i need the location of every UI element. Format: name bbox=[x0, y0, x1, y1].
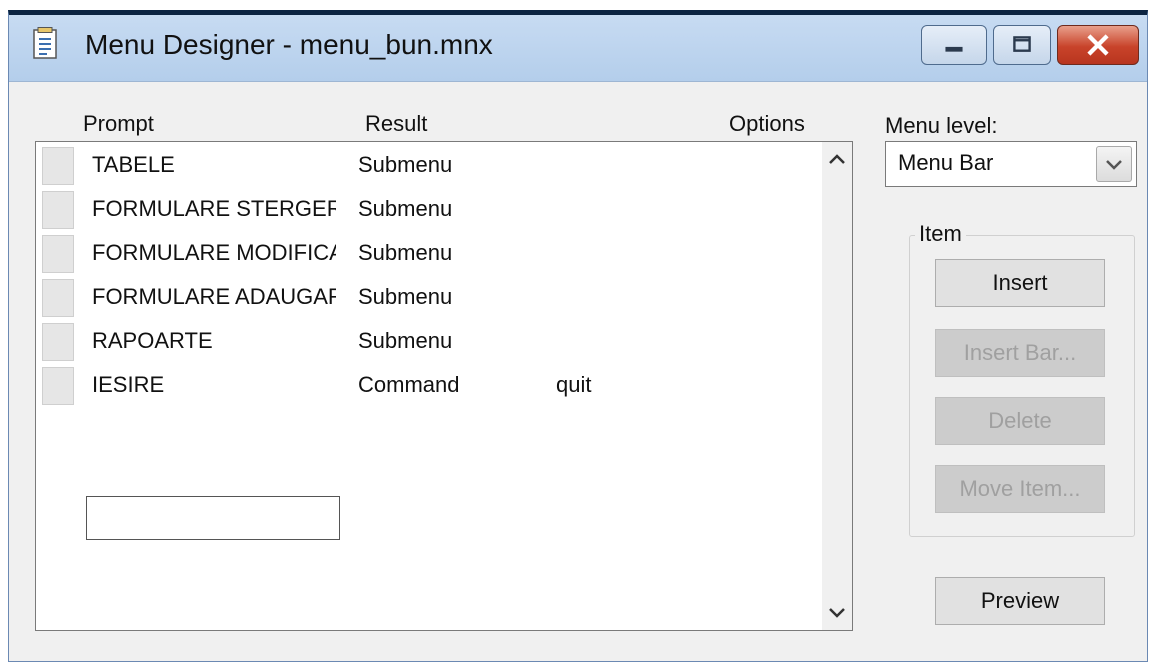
maximize-button[interactable] bbox=[993, 25, 1051, 65]
item-group-label: Item bbox=[915, 221, 966, 247]
maximize-icon bbox=[1013, 36, 1031, 52]
column-header-prompt: Prompt bbox=[83, 111, 154, 136]
row-move-handle[interactable] bbox=[42, 279, 74, 317]
column-header-result: Result bbox=[365, 111, 428, 136]
delete-button[interactable]: Delete bbox=[935, 397, 1105, 445]
row-move-handle[interactable] bbox=[42, 147, 74, 185]
menu-level-value: Menu Bar bbox=[898, 150, 994, 175]
item-result[interactable]: Submenu bbox=[358, 326, 528, 356]
list-item[interactable]: FORMULARE ADAUGARE Submenu bbox=[36, 274, 840, 318]
minimize-button[interactable] bbox=[921, 25, 987, 65]
row-move-handle[interactable] bbox=[42, 323, 74, 361]
row-move-handle[interactable] bbox=[42, 191, 74, 229]
list-item[interactable]: FORMULARE MODIFICARE Submenu bbox=[36, 230, 840, 274]
menu-items-list[interactable]: TABELE Submenu FORMULARE STERGERE Submen… bbox=[35, 141, 853, 631]
item-prompt[interactable]: RAPOARTE bbox=[92, 326, 336, 356]
list-scrollbar[interactable] bbox=[822, 142, 852, 630]
menu-designer-window: Menu Designer - menu_bun.mnx Prompt Resu… bbox=[8, 10, 1148, 662]
menu-level-dropdown-button[interactable] bbox=[1096, 146, 1132, 182]
preview-button[interactable]: Preview bbox=[935, 577, 1105, 625]
menu-level-label: Menu level: bbox=[885, 113, 998, 138]
list-item[interactable]: IESIRE Command quit bbox=[36, 362, 840, 406]
item-prompt[interactable]: FORMULARE MODIFICARE bbox=[92, 238, 336, 268]
item-prompt[interactable]: IESIRE bbox=[92, 370, 336, 400]
item-result[interactable]: Submenu bbox=[358, 150, 528, 180]
list-item[interactable]: RAPOARTE Submenu bbox=[36, 318, 840, 362]
list-item[interactable]: FORMULARE STERGERE Submenu bbox=[36, 186, 840, 230]
window-title: Menu Designer - menu_bun.mnx bbox=[85, 29, 493, 60]
insert-bar-button[interactable]: Insert Bar... bbox=[935, 329, 1105, 377]
close-icon bbox=[1087, 34, 1109, 56]
minimize-icon bbox=[945, 46, 963, 52]
title-bar[interactable]: Menu Designer - menu_bun.mnx bbox=[9, 15, 1147, 82]
row-move-handle[interactable] bbox=[42, 367, 74, 405]
item-options[interactable]: quit bbox=[556, 370, 756, 400]
chevron-down-icon bbox=[1106, 160, 1122, 170]
dialog-content: Prompt Result Options TABELE Submenu FOR… bbox=[9, 81, 1147, 661]
item-prompt[interactable]: TABELE bbox=[92, 150, 336, 180]
column-header-options: Options bbox=[729, 111, 805, 136]
insert-button[interactable]: Insert bbox=[935, 259, 1105, 307]
item-result[interactable]: Submenu bbox=[358, 282, 528, 312]
move-item-button[interactable]: Move Item... bbox=[935, 465, 1105, 513]
item-result[interactable]: Submenu bbox=[358, 194, 528, 224]
menu-document-icon bbox=[33, 27, 57, 59]
item-prompt[interactable]: FORMULARE STERGERE bbox=[92, 194, 336, 224]
chevron-up-icon[interactable] bbox=[822, 144, 852, 174]
new-prompt-input[interactable] bbox=[86, 496, 340, 540]
close-button[interactable] bbox=[1057, 25, 1139, 65]
item-result[interactable]: Submenu bbox=[358, 238, 528, 268]
item-prompt[interactable]: FORMULARE ADAUGARE bbox=[92, 282, 336, 312]
row-move-handle[interactable] bbox=[42, 235, 74, 273]
chevron-down-icon[interactable] bbox=[822, 598, 852, 628]
item-result[interactable]: Command bbox=[358, 370, 528, 400]
menu-level-select[interactable]: Menu Bar bbox=[885, 141, 1137, 187]
list-item[interactable]: TABELE Submenu bbox=[36, 142, 840, 186]
